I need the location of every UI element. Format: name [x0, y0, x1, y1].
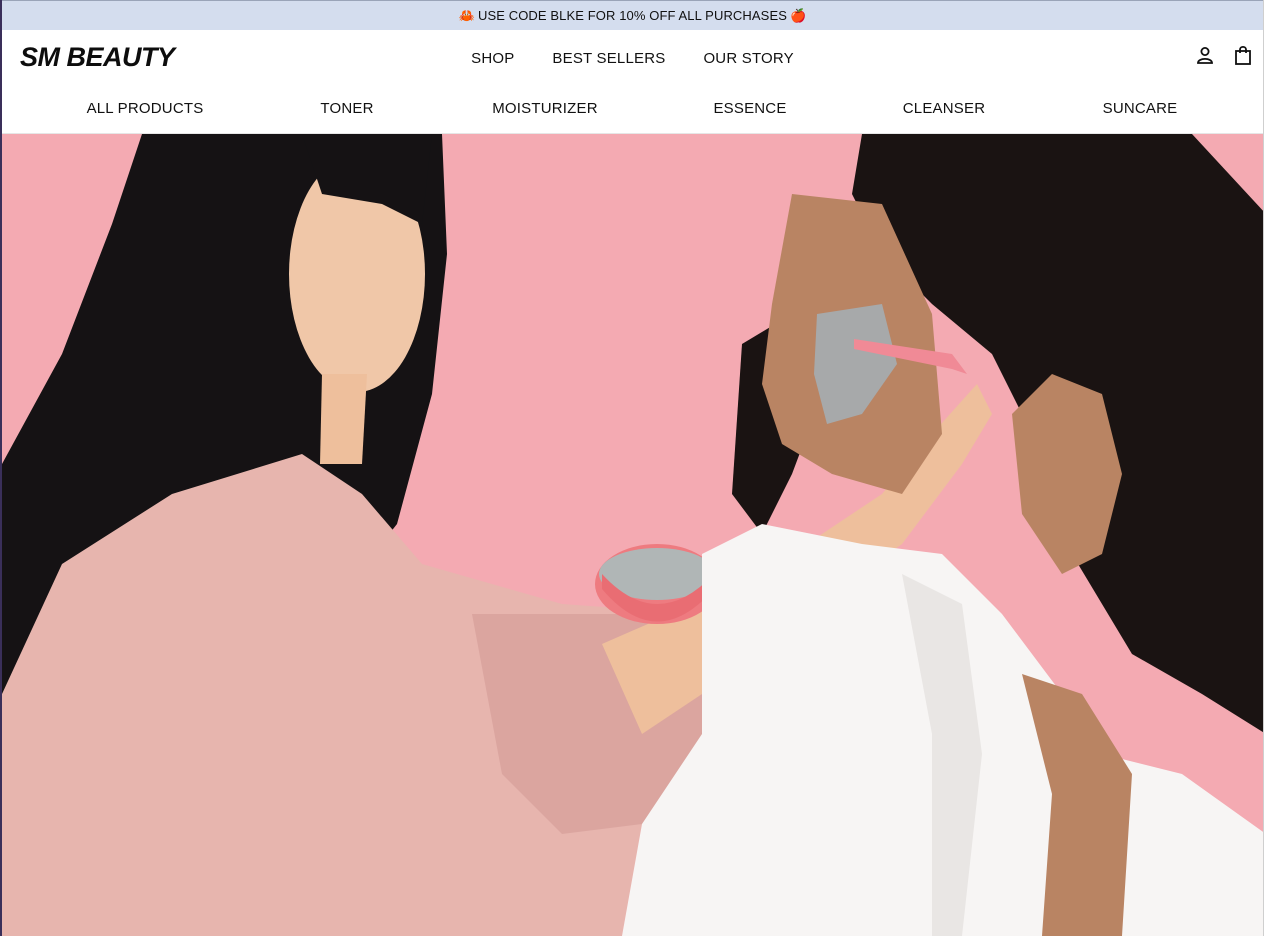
category-moisturizer[interactable]: MOISTURIZER: [492, 100, 598, 117]
shopping-bag-icon[interactable]: [1233, 44, 1253, 66]
site-logo[interactable]: SM BEAUTY: [20, 42, 175, 73]
crab-emoji-icon: 🦀: [458, 7, 475, 23]
promo-bar: 🦀 USE CODE BLKE FOR 10% OFF ALL PURCHASE…: [2, 0, 1263, 30]
category-cleanser[interactable]: CLEANSER: [903, 100, 985, 117]
hero-image: [2, 134, 1263, 936]
header-icons: [1195, 44, 1253, 66]
category-toner[interactable]: TONER: [320, 100, 373, 117]
page-frame: 🦀 USE CODE BLKE FOR 10% OFF ALL PURCHASE…: [0, 0, 1264, 936]
account-icon[interactable]: [1195, 44, 1215, 66]
promo-text: USE CODE BLKE FOR 10% OFF ALL PURCHASES: [477, 8, 787, 23]
hero-banner: [2, 134, 1263, 936]
main-nav: SHOP BEST SELLERS OUR STORY: [2, 30, 1263, 86]
nav-our-story[interactable]: OUR STORY: [703, 50, 793, 67]
site-header: SM BEAUTY SHOP BEST SELLERS OUR STORY AL: [2, 30, 1263, 134]
apple-emoji-icon: 🍎: [790, 7, 807, 23]
category-suncare[interactable]: SUNCARE: [1103, 100, 1178, 117]
nav-best-sellers[interactable]: BEST SELLERS: [552, 50, 665, 67]
category-nav: ALL PRODUCTS TONER MOISTURIZER ESSENCE C…: [2, 86, 1263, 134]
nav-shop[interactable]: SHOP: [471, 50, 514, 67]
category-all-products[interactable]: ALL PRODUCTS: [87, 100, 204, 117]
category-essence[interactable]: ESSENCE: [713, 100, 786, 117]
